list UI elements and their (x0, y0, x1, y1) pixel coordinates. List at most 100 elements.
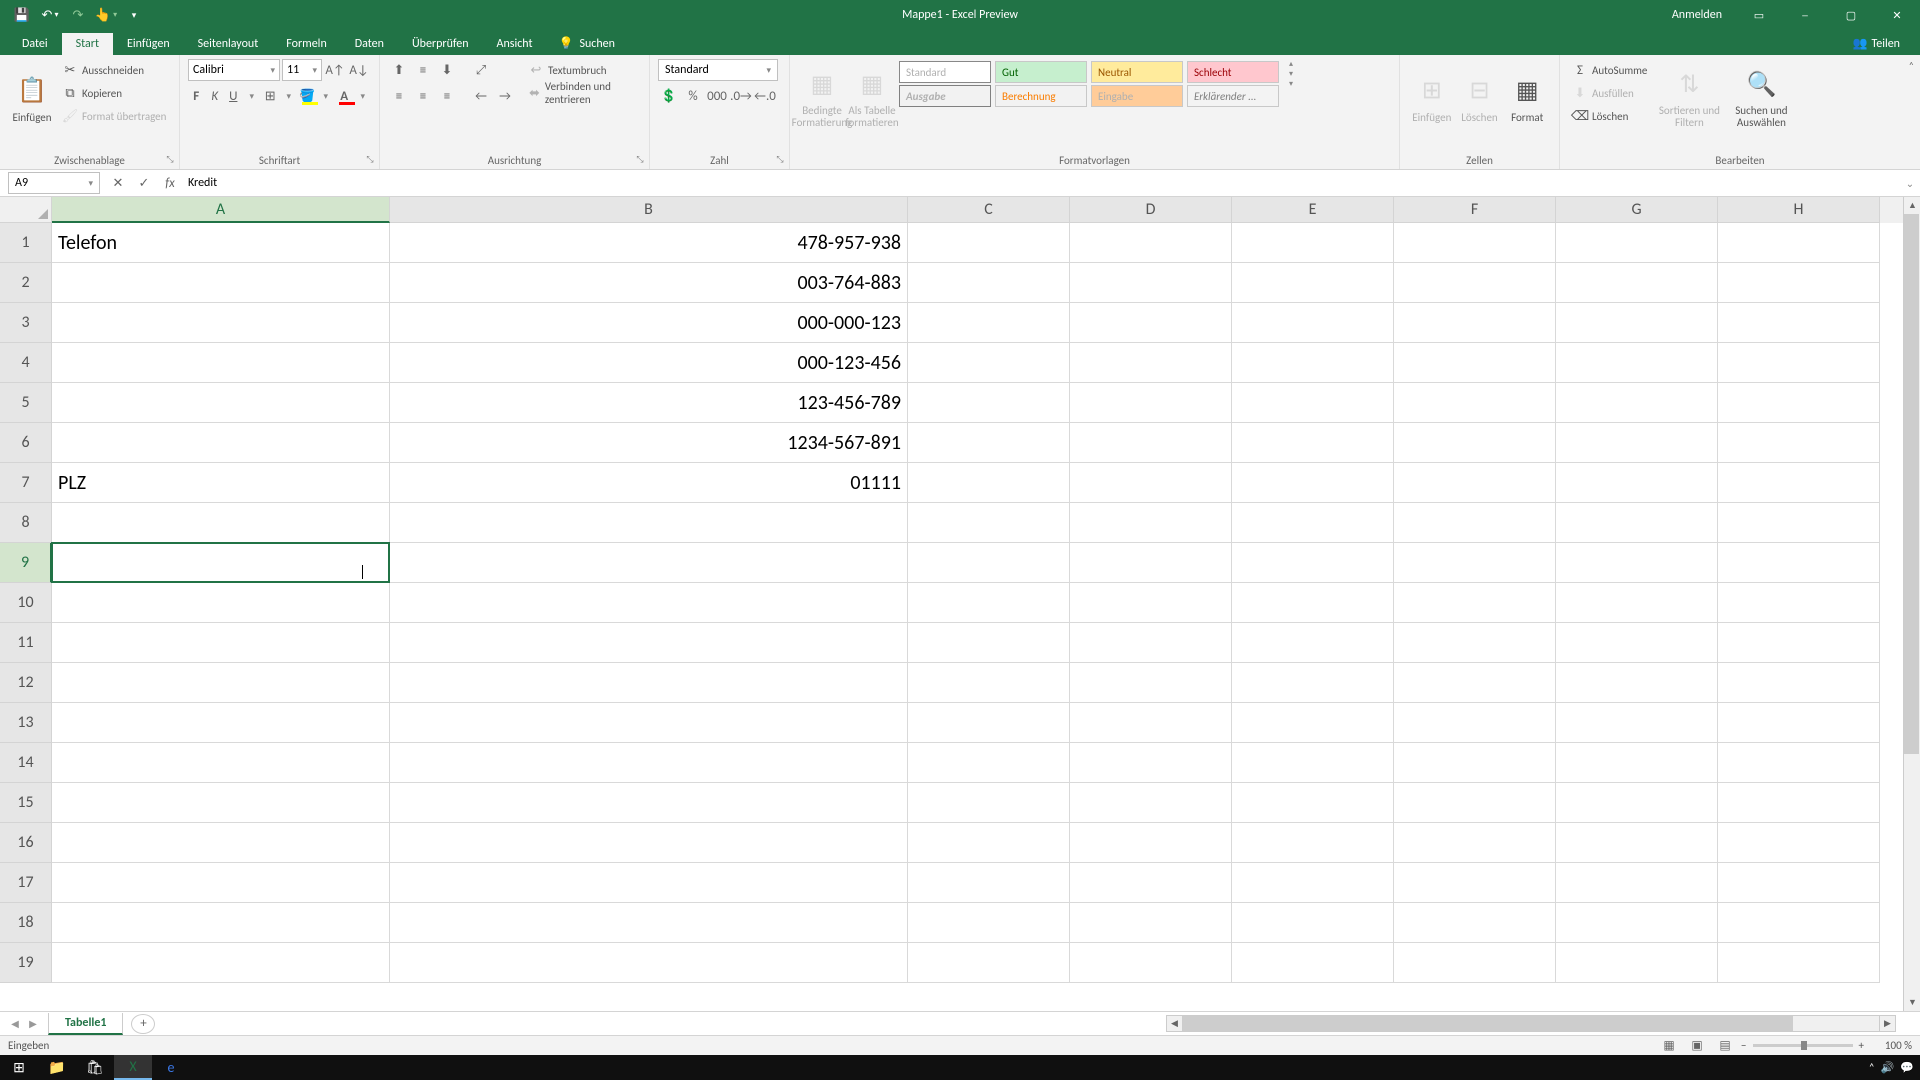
cell[interactable] (908, 863, 1070, 903)
cell[interactable] (1556, 223, 1718, 263)
merge-center-button[interactable]: ⬌Verbinden und zentrieren (524, 82, 641, 104)
delete-cells-button[interactable]: ⊟ Löschen (1456, 59, 1504, 139)
cell[interactable] (908, 903, 1070, 943)
cell[interactable] (908, 463, 1070, 503)
cell[interactable] (52, 863, 390, 903)
cell-style-neutral[interactable]: Neutral (1091, 61, 1183, 83)
save-icon[interactable]: 💾 (10, 3, 34, 27)
task-excel[interactable]: X (114, 1055, 152, 1080)
cell[interactable] (908, 703, 1070, 743)
horizontal-scrollbar[interactable]: ◀ ▶ (1166, 1015, 1896, 1032)
cell[interactable] (1718, 303, 1880, 343)
cell[interactable] (1718, 903, 1880, 943)
cell[interactable] (1556, 263, 1718, 303)
cell[interactable] (390, 943, 908, 983)
cell[interactable] (1232, 583, 1394, 623)
cell[interactable] (908, 623, 1070, 663)
cell[interactable] (1232, 863, 1394, 903)
cell[interactable]: 003-764-883 (390, 263, 908, 303)
cell[interactable] (1394, 943, 1556, 983)
clipboard-launcher-icon[interactable]: ⤡ (164, 154, 176, 166)
start-button[interactable]: ⊞ (0, 1055, 38, 1080)
cell[interactable] (1232, 623, 1394, 663)
column-header[interactable]: B (390, 197, 908, 223)
cell[interactable]: 000-123-456 (390, 343, 908, 383)
cell[interactable] (908, 263, 1070, 303)
redo-button[interactable]: ↷ (66, 3, 90, 27)
tab-review[interactable]: Überprüfen (398, 33, 483, 55)
cells-area[interactable]: Telefon478-957-938003-764-883000-000-123… (52, 223, 1920, 1035)
cell[interactable] (1718, 263, 1880, 303)
sort-filter-button[interactable]: ⇅ Sortieren und Filtern (1655, 59, 1723, 139)
cell[interactable] (390, 623, 908, 663)
fill-color-button[interactable]: 🪣 (299, 85, 316, 107)
touch-mode-button[interactable]: 👆 (94, 3, 118, 27)
cell[interactable] (1718, 503, 1880, 543)
cell[interactable] (52, 743, 390, 783)
page-layout-view-button[interactable]: ▣ (1685, 1037, 1709, 1055)
scroll-down-icon[interactable]: ▼ (1904, 994, 1920, 1011)
font-name-combo[interactable]: Calibri▾ (188, 59, 280, 81)
cell[interactable]: 000-000-123 (390, 303, 908, 343)
cell[interactable] (1556, 743, 1718, 783)
cell[interactable] (1070, 543, 1232, 583)
cell[interactable] (1394, 463, 1556, 503)
cell[interactable] (1232, 903, 1394, 943)
fill-more-icon[interactable]: ▾ (318, 85, 335, 107)
cell[interactable] (1232, 223, 1394, 263)
cell[interactable] (908, 343, 1070, 383)
cell[interactable]: 1234-567-891 (390, 423, 908, 463)
cell[interactable] (1394, 703, 1556, 743)
cell[interactable] (908, 943, 1070, 983)
cell[interactable] (1232, 783, 1394, 823)
cell[interactable] (1394, 863, 1556, 903)
cell[interactable] (1556, 623, 1718, 663)
cell[interactable] (52, 623, 390, 663)
tray-up-icon[interactable]: ˄ (1869, 1061, 1875, 1074)
tab-home[interactable]: Start (62, 33, 113, 55)
tab-formulas[interactable]: Formeln (272, 33, 340, 55)
cell[interactable] (1556, 823, 1718, 863)
cell[interactable] (52, 583, 390, 623)
row-header[interactable]: 18 (0, 903, 52, 943)
cell[interactable] (52, 303, 390, 343)
cell[interactable] (1070, 223, 1232, 263)
bold-button[interactable]: F (188, 85, 205, 107)
cell[interactable] (1070, 463, 1232, 503)
scroll-right-icon[interactable]: ▶ (1879, 1015, 1896, 1032)
hscroll-thumb[interactable] (1183, 1016, 1793, 1031)
row-header[interactable]: 15 (0, 783, 52, 823)
font-color-more-icon[interactable]: ▾ (355, 85, 372, 107)
scroll-up-icon[interactable]: ▲ (1904, 197, 1920, 214)
cell[interactable] (1232, 383, 1394, 423)
cell[interactable] (52, 703, 390, 743)
maximize-button[interactable]: ▢ (1828, 0, 1874, 30)
format-painter-button[interactable]: 🖌Format übertragen (58, 105, 170, 127)
cell[interactable] (1232, 343, 1394, 383)
cell[interactable] (1394, 503, 1556, 543)
formula-input[interactable]: Kredit (182, 172, 1900, 194)
add-sheet-button[interactable]: + (131, 1014, 155, 1034)
cell[interactable] (908, 223, 1070, 263)
shrink-font-button[interactable]: A↓ (348, 59, 370, 81)
cell[interactable] (390, 823, 908, 863)
cell[interactable] (52, 903, 390, 943)
cell[interactable] (1556, 383, 1718, 423)
cell[interactable] (52, 503, 390, 543)
cell[interactable] (1070, 783, 1232, 823)
border-more-icon[interactable]: ▾ (281, 85, 298, 107)
cell[interactable] (1556, 903, 1718, 943)
cell-style-standard[interactable]: Standard (899, 61, 991, 83)
grow-font-button[interactable]: A↑ (324, 59, 346, 81)
qat-customize-button[interactable]: ▾ (122, 3, 146, 27)
row-header[interactable]: 3 (0, 303, 52, 343)
cell[interactable] (1394, 823, 1556, 863)
cell[interactable] (1718, 943, 1880, 983)
autosum-button[interactable]: ΣAutoSumme (1568, 59, 1651, 81)
cell[interactable] (1718, 783, 1880, 823)
cell[interactable] (1556, 303, 1718, 343)
cell[interactable] (908, 503, 1070, 543)
cell[interactable] (1556, 343, 1718, 383)
cell[interactable] (1070, 703, 1232, 743)
column-header[interactable]: D (1070, 197, 1232, 223)
